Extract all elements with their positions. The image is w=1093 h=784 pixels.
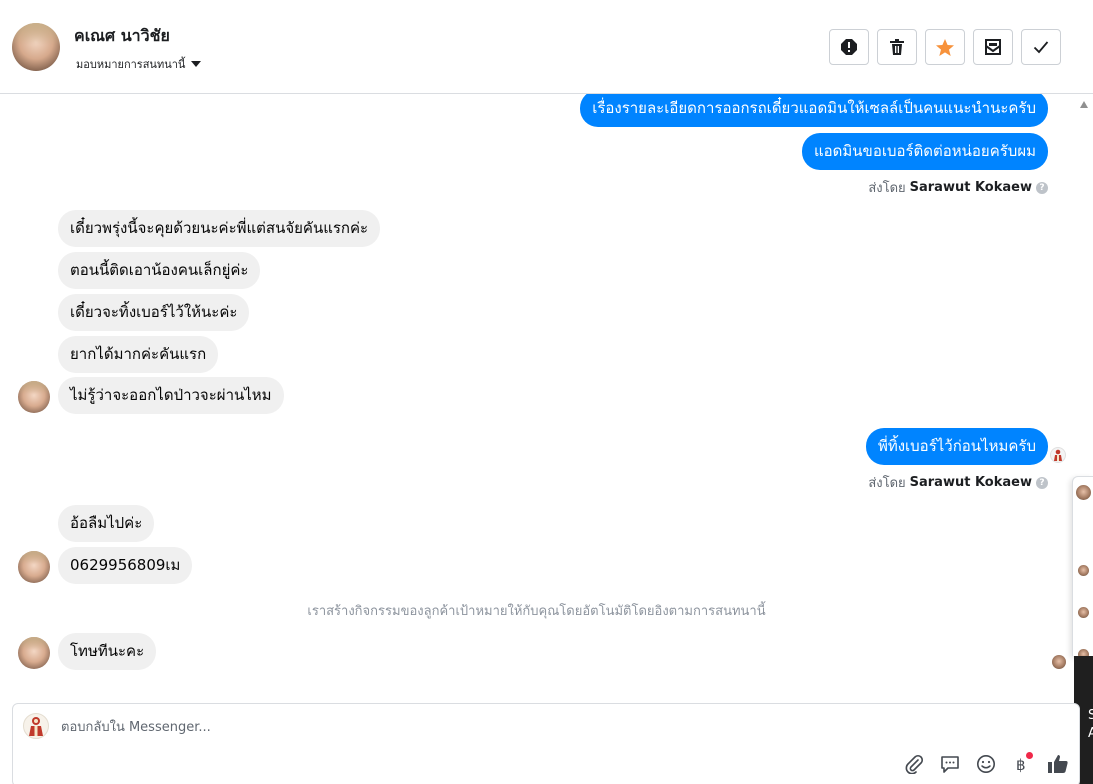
page-seen-avatar	[1050, 447, 1066, 463]
quick-reply-icon	[941, 756, 959, 773]
paperclip-icon	[905, 754, 924, 774]
help-icon[interactable]: ?	[1036, 476, 1048, 489]
tooltip-text-line: S	[1088, 708, 1093, 723]
quick-reply-button[interactable]	[938, 752, 962, 776]
like-icon	[1048, 755, 1068, 773]
reply-input[interactable]	[61, 716, 961, 738]
reply-composer: ฿	[12, 703, 1080, 784]
spam-button[interactable]	[829, 29, 869, 65]
side-popover-panel[interactable]	[1072, 476, 1093, 660]
contact-seen-avatar	[1052, 655, 1066, 669]
sender-name: Sarawut Kokaew	[909, 475, 1032, 490]
caret-down-icon	[191, 61, 202, 67]
star-button[interactable]	[925, 29, 965, 65]
help-icon[interactable]: ?	[1036, 181, 1048, 194]
contact-thumb-avatar[interactable]	[1076, 485, 1091, 500]
sent-by-prefix: ส่งโดย	[868, 181, 906, 196]
checkmark-icon	[1033, 41, 1049, 54]
delete-button[interactable]	[877, 29, 917, 65]
contact-avatar-small[interactable]	[18, 551, 50, 583]
message-thread[interactable]: เรื่องรายละเอียดการออกรถเดี๋ยวแอดมินให้เ…	[0, 94, 1073, 701]
mascot-icon	[29, 717, 43, 736]
contact-thumb-avatar[interactable]	[1078, 565, 1089, 576]
incoming-message[interactable]: ยากได้มากค่ะคันแรก	[58, 336, 219, 373]
contact-avatar[interactable]	[12, 23, 60, 71]
incoming-message[interactable]: อ้อลืมไปค่ะ	[58, 505, 155, 542]
trash-icon	[890, 39, 904, 55]
incoming-message[interactable]: โทษทีนะคะ	[58, 633, 157, 670]
scroll-up-arrow-icon[interactable]	[1080, 101, 1088, 108]
star-icon	[936, 38, 954, 56]
incoming-message[interactable]: ตอนนี้ติดเอาน้องคนเล็กยู่ค่ะ	[58, 252, 261, 289]
sent-by-line: ส่งโดย Sarawut Kokaew ?	[868, 177, 1048, 198]
like-button[interactable]	[1046, 752, 1070, 776]
contact-name[interactable]: คเณศ นาวิชัย	[74, 24, 170, 49]
incoming-message[interactable]: เดี๋ยวจะทิ้งเบอร์ไว้ให้นะค่ะ	[58, 294, 250, 331]
mascot-icon	[1054, 449, 1062, 461]
incoming-message[interactable]: เดี๋ยวพรุ่งนี้จะคุยด้วยนะค่ะพี่แต่สนจัยค…	[58, 210, 381, 247]
notification-dot	[1026, 752, 1033, 759]
outgoing-message[interactable]: เรื่องรายละเอียดการออกรถเดี๋ยวแอดมินให้เ…	[580, 94, 1048, 127]
sender-name: Sarawut Kokaew	[909, 180, 1032, 195]
inbox-conversation-view: คเณศ นาวิชัย มอบหมายการสนทนานี้ เรื่องรา…	[0, 0, 1093, 784]
emoji-icon	[977, 755, 995, 773]
assign-conversation-dropdown[interactable]: มอบหมายการสนทนานี้	[76, 55, 202, 73]
done-button[interactable]	[1021, 29, 1061, 65]
sent-by-prefix: ส่งโดย	[868, 476, 906, 491]
incoming-message[interactable]: ไม่รู้ว่าจะออกไดป่าวจะผ่านไหม	[58, 377, 284, 414]
page-avatar	[23, 713, 49, 739]
conversation-header: คเณศ นาวิชัย มอบหมายการสนทนานี้	[0, 0, 1093, 94]
sent-by-line: ส่งโดย Sarawut Kokaew ?	[868, 472, 1048, 493]
payment-button[interactable]: ฿	[1010, 752, 1034, 776]
contact-avatar-small[interactable]	[18, 381, 50, 413]
outgoing-message[interactable]: แอดมินขอเบอร์ติดต่อหน่อยครับผม	[802, 133, 1048, 170]
outgoing-message[interactable]: พี่ทิ้งเบอร์ไว้ก่อนไหมครับ	[865, 428, 1048, 465]
emoji-button[interactable]	[974, 752, 998, 776]
attach-button[interactable]	[902, 752, 926, 776]
alert-octagon-icon	[841, 39, 857, 55]
assign-label: มอบหมายการสนทนานี้	[76, 58, 186, 71]
system-activity-note: เราสร้างกิจกรรมของลูกค้าเป้าหมายให้กับคุ…	[307, 604, 766, 619]
contact-avatar-small[interactable]	[18, 637, 50, 669]
contact-thumb-avatar[interactable]	[1078, 607, 1089, 618]
envelope-open-icon	[985, 39, 1001, 55]
mark-unread-button[interactable]	[973, 29, 1013, 65]
incoming-message[interactable]: 0629956809เม	[58, 547, 193, 584]
tooltip-text-line: A	[1088, 726, 1093, 741]
svg-text:฿: ฿	[1016, 756, 1026, 774]
